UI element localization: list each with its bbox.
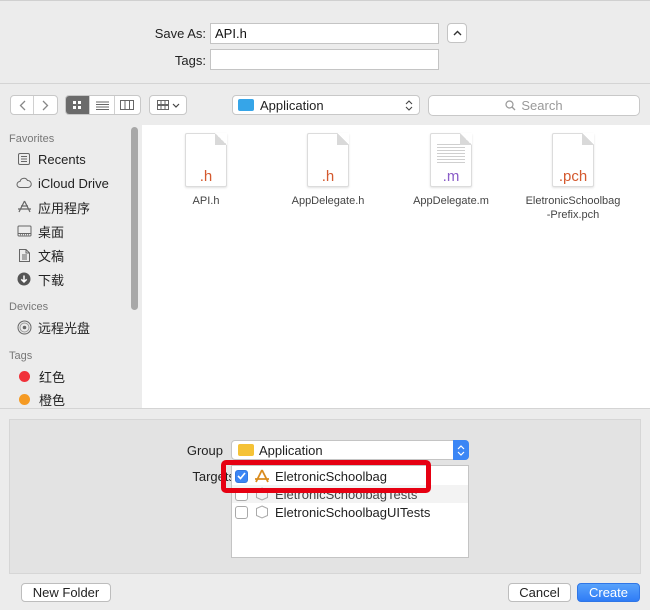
location-popup[interactable]: Application: [232, 95, 420, 115]
sidebar-item-label: 橙色: [39, 392, 66, 408]
group-value: Application: [259, 442, 323, 458]
arrange-grid-icon: [156, 100, 169, 110]
icon-view-button[interactable]: [66, 96, 91, 114]
target-checkbox[interactable]: [235, 505, 248, 519]
sidebar-header-tags: Tags: [9, 350, 33, 362]
file-name: AppDelegate.h: [291, 195, 365, 207]
chevron-up-icon: [453, 27, 462, 39]
updown-chevron-icon: [405, 99, 413, 111]
tags-input[interactable]: [210, 49, 439, 70]
sidebar-item-icloud-drive[interactable]: iCloud Drive: [16, 174, 109, 192]
group-popup[interactable]: Application: [231, 440, 469, 460]
sidebar-item-label: Recents: [38, 151, 86, 167]
search-placeholder: Search: [521, 98, 563, 113]
sidebar-header-favorites: Favorites: [9, 133, 55, 145]
sidebar-item-recents[interactable]: Recents: [16, 150, 86, 168]
downloads-icon: [16, 271, 32, 287]
file-item[interactable]: .h AppDelegate.h: [273, 133, 383, 208]
sidebar-item-label: iCloud Drive: [38, 175, 109, 191]
file-name-line2: -Prefix.pch: [546, 209, 600, 221]
save-as-input[interactable]: API.h: [210, 23, 439, 44]
column-view-button[interactable]: [115, 96, 140, 114]
sidebar-item-label: 下载: [38, 272, 65, 288]
create-button[interactable]: Create: [577, 583, 640, 602]
forward-button[interactable]: [34, 96, 57, 114]
list-icon: [95, 101, 109, 110]
tags-label: Tags:: [174, 53, 206, 68]
file-item[interactable]: .h API.h: [151, 133, 261, 208]
file-extension: .h: [199, 168, 213, 185]
folder-icon: [238, 444, 254, 456]
code-lines-preview: [437, 142, 465, 164]
sidebar-item-downloads[interactable]: 下载: [16, 270, 64, 288]
sidebar-item-label: 远程光盘: [38, 320, 91, 336]
nav-segment: [10, 95, 58, 115]
file-extension: .m: [442, 168, 460, 185]
save-as-label: Save As:: [154, 26, 206, 41]
file-name-line1: EletronicSchoolbag: [525, 195, 621, 207]
columns-icon: [120, 100, 135, 110]
view-mode-segment: [65, 95, 141, 115]
sidebar-scrollbar[interactable]: [131, 127, 138, 310]
sidebar-item-documents[interactable]: 文稿: [16, 246, 64, 264]
cloud-icon: [16, 175, 32, 191]
desktop-icon: [16, 223, 32, 239]
folder-icon: [238, 99, 254, 111]
pch-file-icon: .pch: [552, 133, 594, 187]
target-row[interactable]: EletronicSchoolbagUITests: [232, 503, 468, 521]
group-label: Group: [186, 443, 223, 458]
sidebar-item-label: 应用程序: [38, 200, 91, 216]
sidebar-item-label: 文稿: [38, 248, 65, 264]
file-name: AppDelegate.m: [413, 195, 489, 207]
test-bundle-icon: [254, 504, 270, 520]
back-button[interactable]: [11, 96, 35, 114]
sidebar-item-remote-disc[interactable]: 远程光盘: [16, 318, 90, 336]
file-browser: .h API.h .h AppDelegate.h .m AppDelegate…: [142, 125, 650, 408]
recents-icon: [16, 151, 32, 167]
annotation-highlight-box: [221, 460, 431, 493]
sidebar-item-label: 桌面: [38, 224, 65, 240]
divider: [0, 83, 650, 84]
applications-icon: [16, 199, 32, 215]
cancel-button[interactable]: Cancel: [508, 583, 571, 602]
file-item[interactable]: .m AppDelegate.m: [396, 133, 506, 208]
updown-chevron-icon: [453, 440, 469, 460]
search-icon: [505, 100, 516, 111]
file-item[interactable]: .pch EletronicSchoolbag -Prefix.pch: [518, 133, 628, 222]
sidebar: Favorites Recents iCloud Drive 应用程序 桌面 文…: [0, 125, 142, 408]
sidebar-item-label: 红色: [39, 369, 66, 385]
divider: [0, 408, 650, 409]
options-panel: Group Application Targets EletronicSchoo…: [9, 419, 641, 574]
save-dialog: Save As: API.h Tags: Application Search …: [0, 0, 650, 610]
documents-icon: [16, 247, 32, 263]
chevron-right-icon: [42, 100, 49, 110]
header-file-icon: .h: [307, 133, 349, 187]
sidebar-item-tag-orange[interactable]: 橙色: [16, 390, 65, 408]
search-input[interactable]: Search: [428, 95, 640, 116]
orange-tag-dot-icon: [19, 393, 30, 405]
sidebar-item-tag-red[interactable]: 红色: [16, 367, 65, 385]
file-extension: .pch: [558, 168, 588, 185]
red-tag-dot-icon: [19, 370, 30, 382]
header-file-icon: .h: [185, 133, 227, 187]
file-extension: .h: [321, 168, 335, 185]
target-label: EletronicSchoolbagUITests: [275, 504, 431, 520]
new-folder-button[interactable]: New Folder: [21, 583, 111, 602]
file-name: EletronicSchoolbag -Prefix.pch: [518, 194, 628, 222]
sidebar-item-desktop[interactable]: 桌面: [16, 222, 64, 240]
arrange-popup[interactable]: [149, 95, 187, 115]
sidebar-item-applications[interactable]: 应用程序: [16, 198, 90, 216]
list-view-button[interactable]: [90, 96, 115, 114]
chevron-down-icon: [172, 103, 179, 108]
objc-file-icon: .m: [430, 133, 472, 187]
sidebar-header-devices: Devices: [9, 301, 49, 313]
file-name: API.h: [192, 195, 220, 207]
chevron-left-icon: [19, 100, 25, 110]
grid-icon: [73, 101, 82, 109]
disc-icon: [16, 319, 32, 335]
location-label: Application: [260, 97, 324, 113]
collapse-button[interactable]: [447, 23, 467, 43]
